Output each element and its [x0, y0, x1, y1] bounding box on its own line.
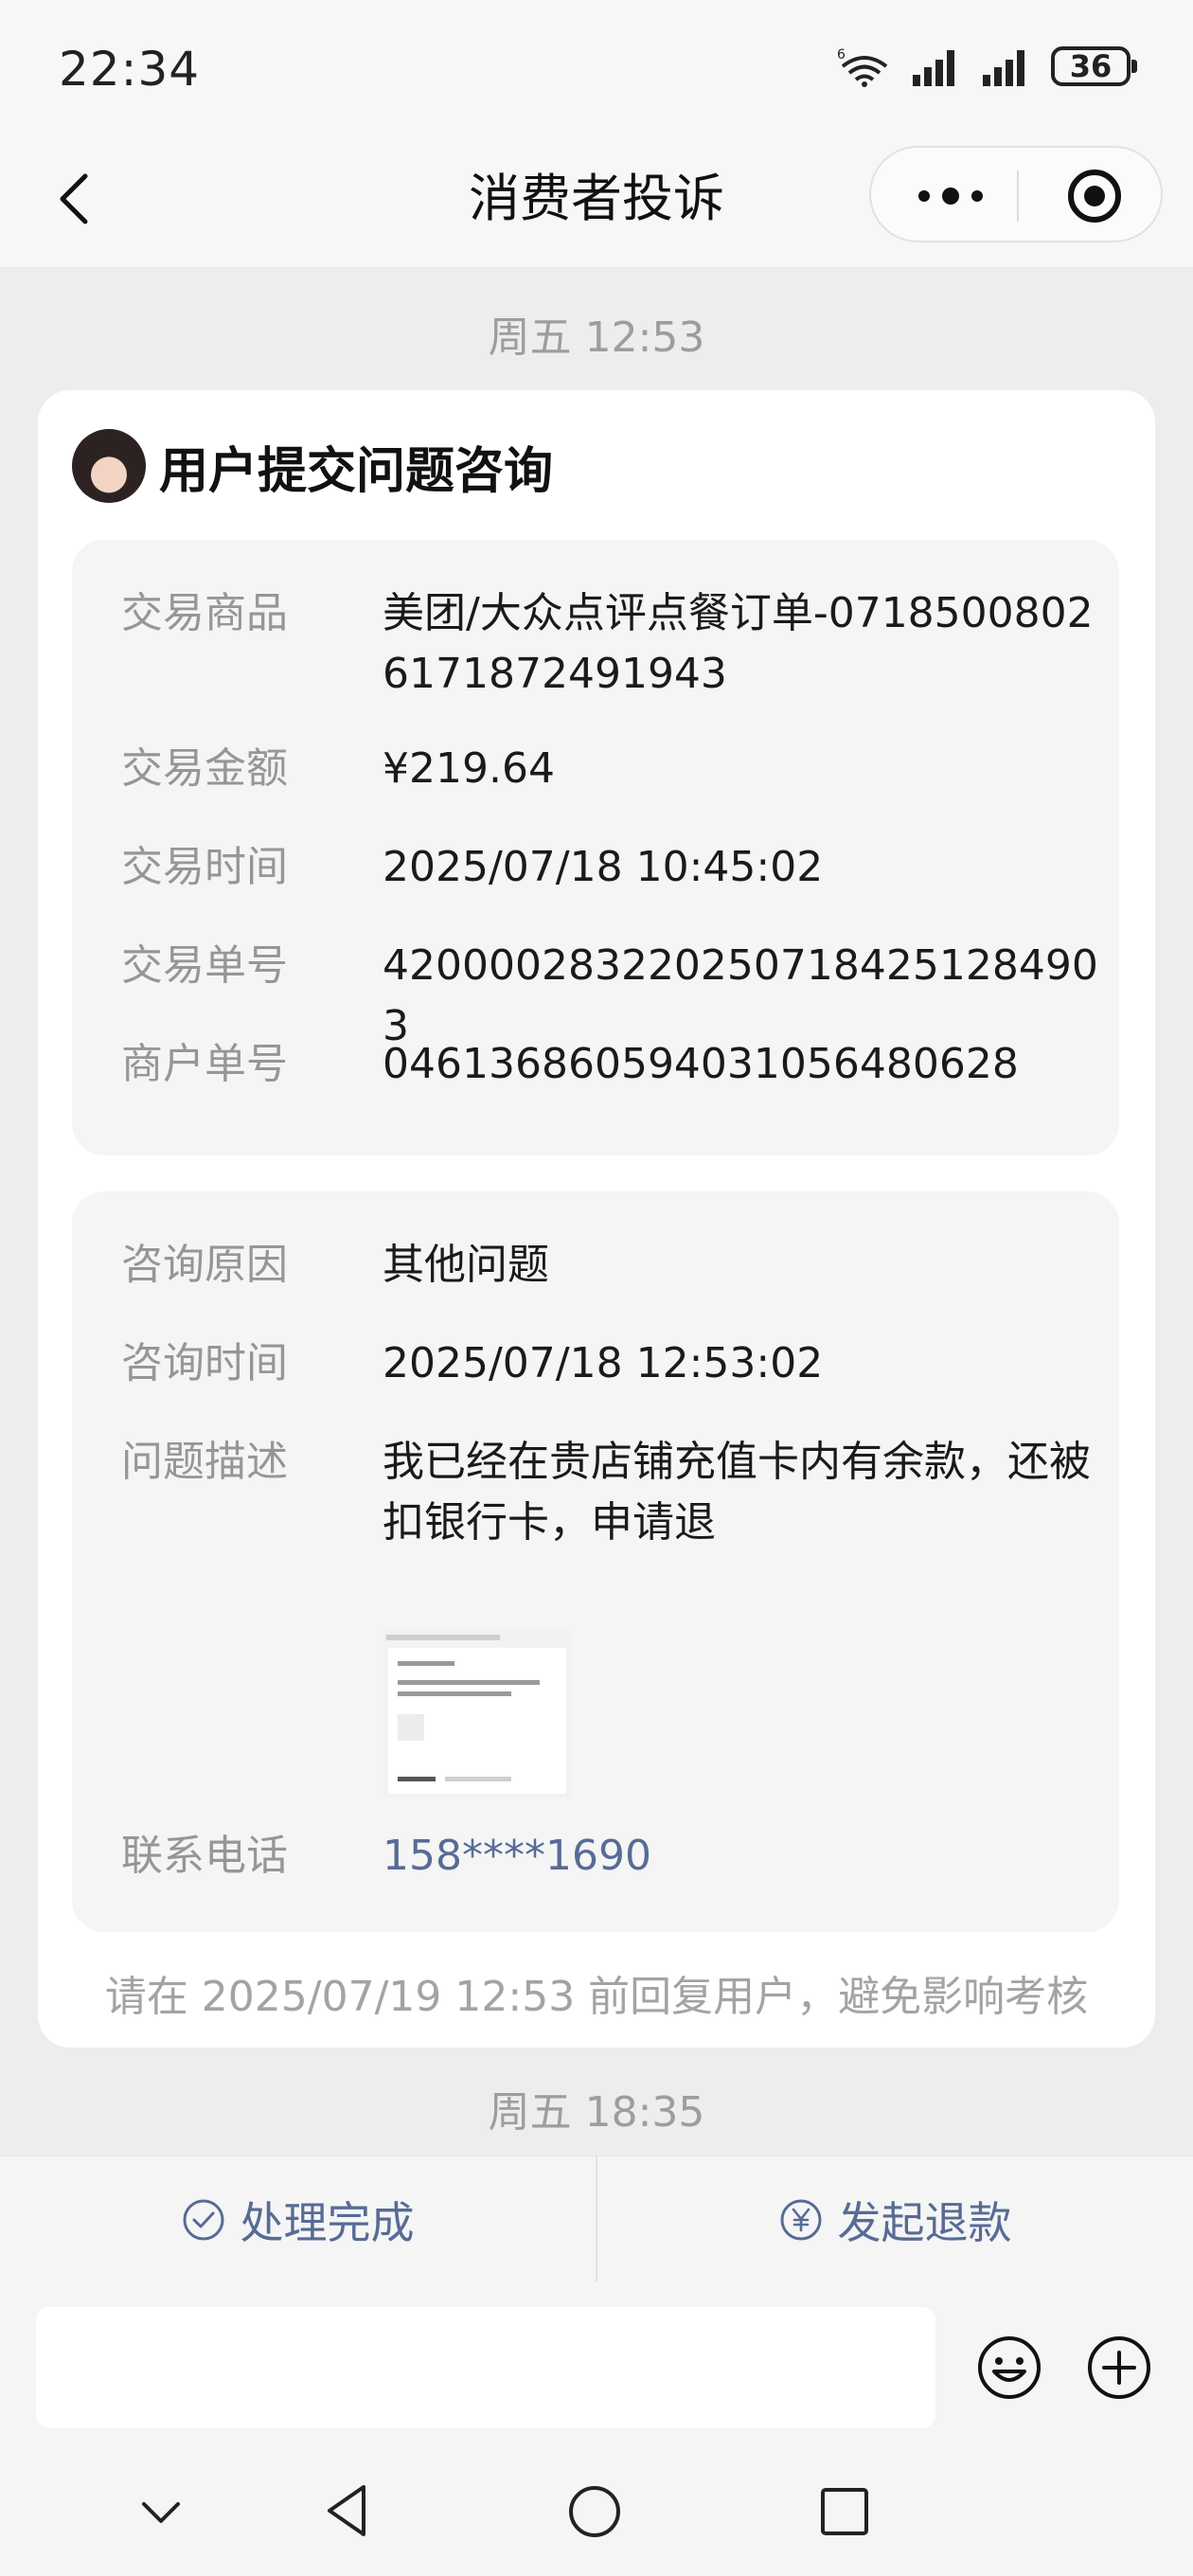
row-value: 2025/07/18 10:45:02: [383, 843, 824, 891]
chat-area[interactable]: 周五 12:53 用户提交问题咨询 交易商品 美团/大众点评点餐订单-07185…: [0, 267, 1193, 2156]
refund-button-label: 发起退款: [837, 2197, 1012, 2248]
capsule-divider: [1017, 170, 1019, 222]
row-label: 问题描述: [121, 1438, 288, 1486]
row-label: 咨询时间: [121, 1339, 288, 1387]
emoji-icon[interactable]: [975, 2334, 1043, 2402]
action-bar: 处理完成 发起退款: [0, 2156, 1193, 2283]
row-label: 交易商品: [121, 589, 288, 637]
deadline-note: 请在 2025/07/19 12:53 前回复用户，避免影响考核: [104, 1973, 1089, 2021]
card-header: 用户提交问题咨询: [72, 428, 553, 504]
wifi-icon: 6: [837, 47, 888, 87]
avatar: [72, 429, 146, 503]
refund-button[interactable]: 发起退款: [597, 2156, 1193, 2283]
target-icon[interactable]: [1066, 168, 1123, 224]
mini-program-capsule: [869, 146, 1163, 242]
complete-button[interactable]: 处理完成: [0, 2156, 596, 2283]
row-label: 商户单号: [121, 1040, 288, 1088]
signal-icon-1: [913, 50, 954, 86]
transaction-info-panel: 交易商品 美团/大众点评点餐订单-07185008026171872491943…: [72, 540, 1119, 1155]
home-circle-icon[interactable]: [566, 2483, 623, 2540]
row-value: 我已经在贵店铺充值卡内有余款，还被扣银行卡，申请退: [383, 1438, 1091, 1547]
complete-button-label: 处理完成: [240, 2197, 415, 2248]
inquiry-info-panel: 咨询原因 其他问题 咨询时间 2025/07/18 12:53:02 问题描述 …: [72, 1191, 1119, 1932]
card-title: 用户提交问题咨询: [159, 442, 554, 500]
svg-text:6: 6: [837, 47, 846, 63]
status-icons: 6 36: [837, 45, 1137, 87]
row-label: 交易时间: [121, 843, 288, 891]
photo-icon: [398, 1714, 424, 1741]
recents-square-icon[interactable]: [818, 2485, 871, 2538]
more-dots-icon[interactable]: [913, 184, 988, 208]
message-input[interactable]: [36, 2307, 935, 2428]
row-value: 046136860594031056480628: [383, 1040, 1019, 1088]
chevron-down-icon[interactable]: [140, 2498, 182, 2527]
back-triangle-icon[interactable]: [322, 2481, 371, 2540]
row-value: ¥219.64: [383, 744, 555, 793]
input-bar: [0, 2282, 1193, 2453]
row-label: 交易金额: [121, 744, 288, 793]
row-value: 美团/大众点评点餐订单-07185008026171872491943: [383, 589, 1094, 698]
message-timestamp: 周五 12:53: [488, 313, 705, 362]
row-value: 2025/07/18 12:53:02: [383, 1339, 824, 1387]
row-label: 联系电话: [121, 1832, 288, 1880]
signal-icon-2: [983, 50, 1024, 86]
status-bar: 22:34 6 36: [0, 0, 1193, 133]
row-label: 咨询原因: [121, 1241, 288, 1289]
phone-link[interactable]: 158****1690: [383, 1826, 1102, 1887]
plus-circle-icon[interactable]: [1085, 2334, 1153, 2402]
check-circle-icon: [183, 2199, 223, 2241]
complaint-card: 用户提交问题咨询 交易商品 美团/大众点评点餐订单-07185008026171…: [38, 390, 1155, 2048]
status-time: 22:34: [59, 42, 201, 97]
message-timestamp: 周五 18:35: [488, 2088, 705, 2137]
system-navigation-bar: [0, 2453, 1193, 2576]
yuan-circle-icon: [780, 2199, 821, 2241]
nav-bar: 消费者投诉: [0, 133, 1193, 267]
row-value: 其他问题: [383, 1241, 549, 1289]
row-label: 交易单号: [121, 941, 288, 990]
attachment-thumbnail[interactable]: [383, 1629, 572, 1798]
battery-icon: 36: [1051, 46, 1137, 86]
